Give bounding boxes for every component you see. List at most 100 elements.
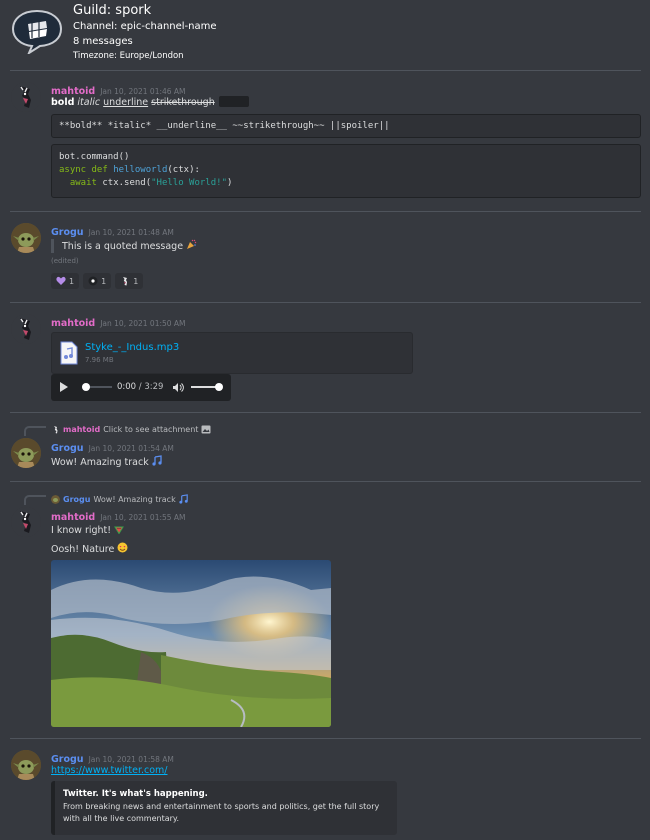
reply-preview[interactable]: Grogu Wow! Amazing track <box>51 494 189 504</box>
bold-text: bold <box>51 97 75 108</box>
username[interactable]: Grogu <box>51 443 84 454</box>
reply-username[interactable]: mahtoid <box>63 425 100 434</box>
message-content: Oosh! Nature <box>51 542 128 556</box>
file-name-link[interactable]: Styke_-_Indus.mp3 <box>85 342 179 353</box>
reply-preview[interactable]: mahtoid Click to see attachment <box>51 425 211 434</box>
message-content: Wow! Amazing track <box>51 455 163 469</box>
timestamp: Jan 10, 2021 01:58 AM <box>88 755 174 764</box>
timezone: Timezone: Europe/London <box>73 51 184 61</box>
divider <box>10 738 641 739</box>
strikethrough-text: strikethrough <box>151 97 215 108</box>
avatar[interactable] <box>11 750 41 780</box>
purple-heart-icon <box>56 276 66 285</box>
underline-text: underline <box>103 97 149 108</box>
edited-label: (edited) <box>51 257 79 265</box>
reaction[interactable]: 1 <box>115 273 144 289</box>
dot-emoji-icon <box>88 276 98 286</box>
mahtoid-avatar-icon <box>11 507 41 537</box>
reactions: 1 1 1 <box>51 273 144 289</box>
reaction[interactable]: 1 <box>83 273 112 289</box>
reaction-count: 1 <box>133 276 139 286</box>
message-header: Grogu Jan 10, 2021 01:54 AM <box>51 440 174 455</box>
mahtoid-avatar-icon <box>11 82 41 112</box>
playback-time: 0:00 / 3:29 <box>117 382 163 392</box>
volume-icon[interactable] <box>172 382 184 393</box>
code-end: ) <box>226 178 233 188</box>
watermelon-icon <box>114 526 125 535</box>
timestamp: Jan 10, 2021 01:50 AM <box>100 319 186 328</box>
code-keyword: await <box>69 178 97 188</box>
message-header: mahtoid Jan 10, 2021 01:55 AM <box>51 509 186 524</box>
reply-text[interactable]: Wow! Amazing track <box>93 495 175 504</box>
code-block: bot.command() async def helloworld(ctx):… <box>51 144 641 198</box>
username[interactable]: mahtoid <box>51 512 95 523</box>
mahtoid-avatar-icon <box>11 314 41 344</box>
play-icon[interactable] <box>60 382 68 392</box>
image-attachment[interactable] <box>51 560 331 727</box>
code-keyword: def <box>91 165 108 175</box>
divider <box>10 412 641 413</box>
file-size: 7.96 MB <box>85 356 114 364</box>
divider <box>10 211 641 212</box>
timestamp: Jan 10, 2021 01:46 AM <box>100 87 186 96</box>
message-text: Oosh! Nature <box>51 544 115 555</box>
code-line: bot.command() <box>59 152 130 162</box>
avatar[interactable] <box>11 223 41 253</box>
embed-description: From breaking news and entertainment to … <box>63 802 380 823</box>
avatar[interactable] <box>11 507 41 537</box>
audio-file-icon <box>60 341 78 365</box>
code-args: (ctx): <box>167 165 200 175</box>
divider <box>10 70 641 71</box>
code-string: "Hello World!" <box>151 178 227 188</box>
timestamp: Jan 10, 2021 01:48 AM <box>88 228 174 237</box>
reply-text[interactable]: Click to see attachment <box>103 425 198 434</box>
message-header: Grogu Jan 10, 2021 01:48 AM <box>51 224 174 239</box>
timestamp: Jan 10, 2021 01:55 AM <box>100 513 186 522</box>
username[interactable]: mahtoid <box>51 318 95 329</box>
avatar[interactable] <box>11 438 41 468</box>
code-call: ctx.send( <box>96 178 152 188</box>
reaction-count: 1 <box>69 276 75 286</box>
channel-name: Channel: epic-channel-name <box>73 21 217 32</box>
mahtoid-mini-avatar-icon <box>54 426 58 434</box>
divider <box>10 481 641 482</box>
message-content: bold italic underline strikethrough <box>51 96 249 109</box>
link-embed: Twitter. It's what's happening. From bre… <box>51 781 397 835</box>
code-function: helloworld <box>113 165 168 175</box>
message-text: I know right! <box>51 525 112 536</box>
reply-connector <box>24 495 46 505</box>
code-keyword: async <box>59 165 87 175</box>
embed-title[interactable]: Twitter. It's what's happening. <box>63 787 389 801</box>
reaction[interactable]: 1 <box>51 273 80 289</box>
timestamp: Jan 10, 2021 01:54 AM <box>88 444 174 453</box>
avatar-emoji-icon <box>123 277 128 286</box>
username[interactable]: Grogu <box>51 754 84 765</box>
guild-icon <box>11 9 63 54</box>
avatar[interactable] <box>11 82 41 112</box>
reply-username[interactable]: Grogu <box>63 495 90 504</box>
message-content: I know right! <box>51 524 125 537</box>
message-count: 8 messages <box>73 36 133 47</box>
spoiler-block[interactable] <box>218 96 249 107</box>
divider <box>10 302 641 303</box>
message-link[interactable]: https://www.twitter.com/ <box>51 765 167 776</box>
quote-block: This is a quoted message <box>51 239 197 253</box>
grogu-avatar-icon <box>11 223 41 253</box>
reaction-count: 1 <box>101 276 107 286</box>
musical-notes-icon <box>152 455 162 466</box>
seek-handle[interactable] <box>82 383 90 391</box>
grogu-mini-avatar-icon <box>51 494 60 504</box>
grogu-avatar-icon <box>11 750 41 780</box>
reply-connector <box>24 426 46 436</box>
heart-eyes-icon <box>117 542 128 553</box>
italic-text: italic <box>77 97 101 108</box>
grogu-avatar-icon <box>11 438 41 468</box>
time-total: / 3:29 <box>136 382 164 392</box>
time-current: 0:00 <box>117 382 137 392</box>
audio-player: 0:00 / 3:29 <box>51 374 231 401</box>
volume-handle[interactable] <box>215 383 223 391</box>
username[interactable]: Grogu <box>51 227 84 238</box>
message-header: mahtoid Jan 10, 2021 01:50 AM <box>51 315 186 330</box>
landscape-image <box>51 560 331 727</box>
avatar[interactable] <box>11 314 41 344</box>
